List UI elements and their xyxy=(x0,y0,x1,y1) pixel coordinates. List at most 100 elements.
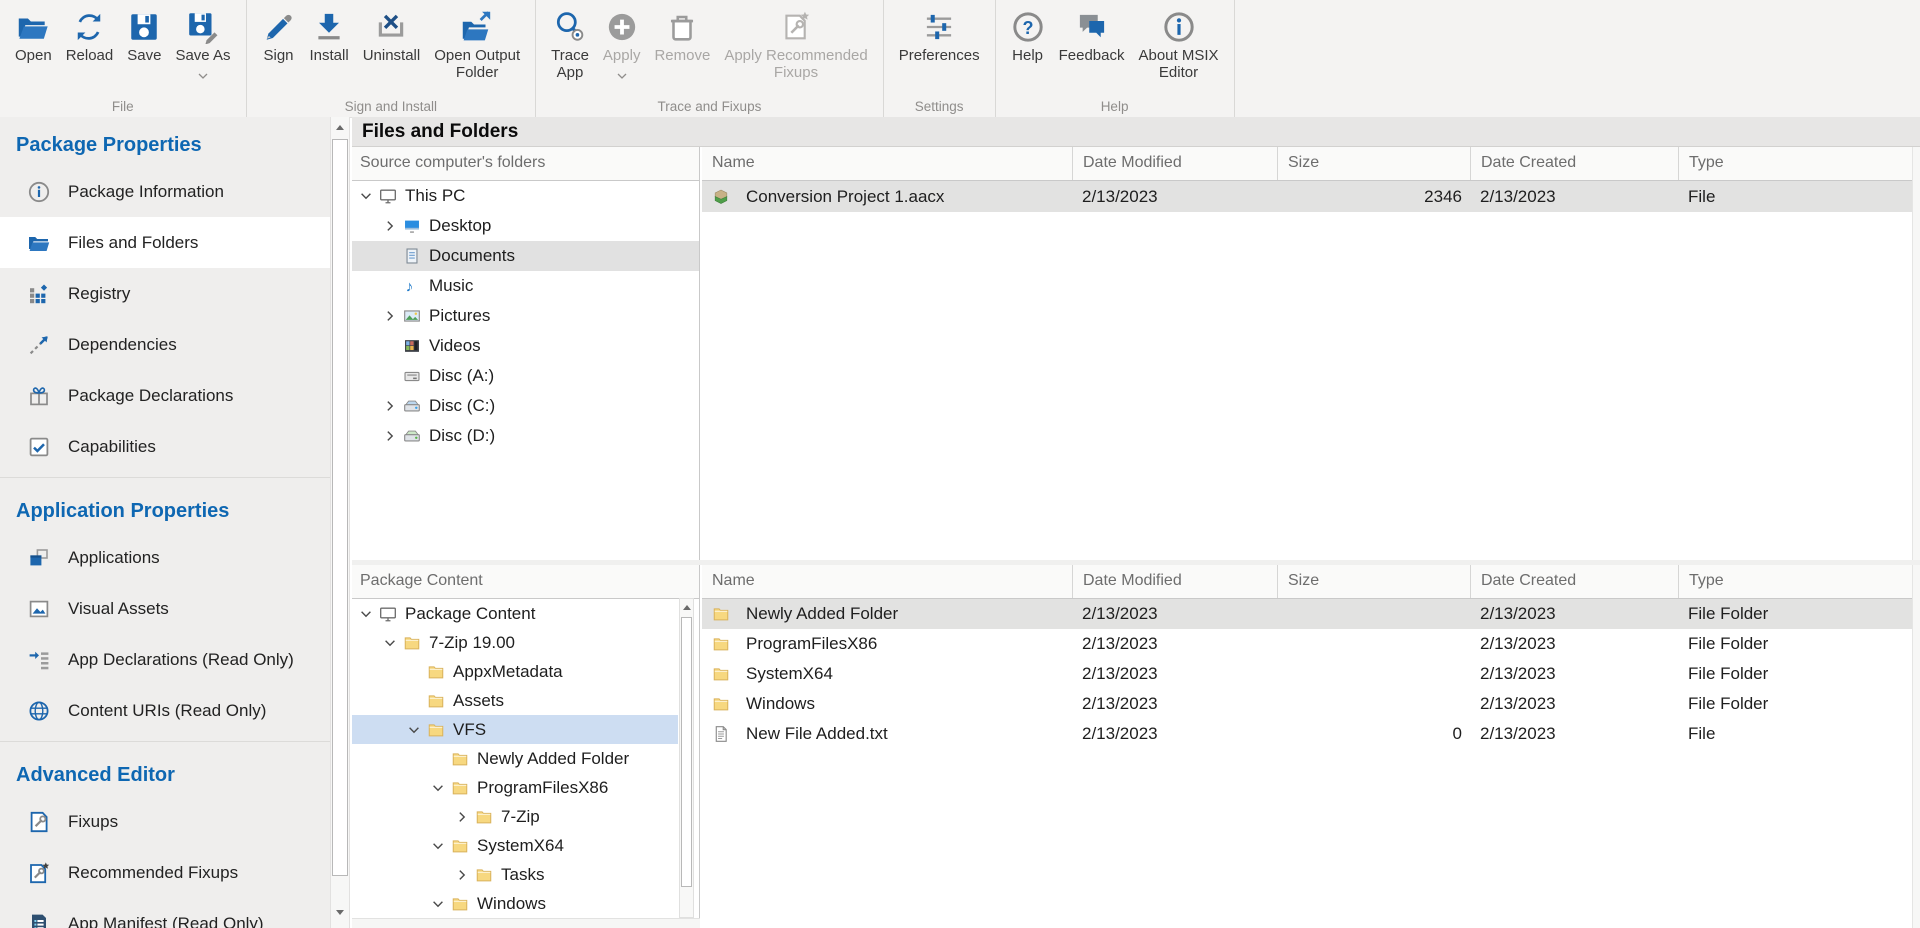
chevron-down-icon[interactable] xyxy=(430,896,446,912)
sidebar-item-dependencies[interactable]: Dependencies xyxy=(0,319,330,370)
tree-row-tasks[interactable]: Tasks xyxy=(352,860,678,889)
scrollbar-thumb[interactable] xyxy=(332,139,348,876)
column-header-date-modified[interactable]: Date Modified xyxy=(1072,147,1277,180)
sidebar-item-package-declarations[interactable]: Package Declarations xyxy=(0,370,330,421)
chevron-down-icon[interactable] xyxy=(358,188,374,204)
tree-row-disc-d[interactable]: Disc (D:) xyxy=(352,421,699,451)
tree-row-7-zip-19-00[interactable]: 7-Zip 19.00 xyxy=(352,628,678,657)
toolbar-button-open-output-folder[interactable]: Open Output Folder xyxy=(427,8,527,83)
list-row-programfilesx86[interactable]: ProgramFilesX862/13/20232/13/2023File Fo… xyxy=(702,629,1912,659)
toolbar-button-save[interactable]: Save xyxy=(120,8,168,66)
tree-row-assets[interactable]: Assets xyxy=(352,686,678,715)
source-tree-header[interactable]: Source computer's folders xyxy=(352,147,699,181)
sidebar-item-visual-assets[interactable]: Visual Assets xyxy=(0,583,330,634)
chevron-down-icon[interactable] xyxy=(198,66,208,72)
scrollbar-thumb[interactable] xyxy=(681,617,692,887)
toolbar-button-sign[interactable]: Sign xyxy=(255,8,303,66)
sidebar-item-capabilities[interactable]: Capabilities xyxy=(0,421,330,472)
tree-item-label: This PC xyxy=(405,186,465,206)
tree-row-music[interactable]: ♪Music xyxy=(352,271,699,301)
tree-row-disc-a[interactable]: Disc (A:) xyxy=(352,361,699,391)
chevron-right-icon[interactable] xyxy=(454,867,470,883)
toolbar-button-about-msix-editor[interactable]: About MSIX Editor xyxy=(1131,8,1225,83)
column-header-date-created[interactable]: Date Created xyxy=(1470,147,1678,180)
tree-row-pictures[interactable]: Pictures xyxy=(352,301,699,331)
scroll-up-icon[interactable] xyxy=(331,117,349,137)
chevron-down-icon[interactable] xyxy=(358,606,374,622)
list-scroll-gutter[interactable] xyxy=(1912,565,1920,928)
tree-row-vfs[interactable]: VFS xyxy=(352,715,678,744)
folder-icon xyxy=(427,721,445,739)
folder-icon xyxy=(451,895,469,913)
list-row-newly-added-folder[interactable]: Newly Added Folder2/13/20232/13/2023File… xyxy=(702,599,1912,629)
tree-row-programfilesx86[interactable]: ProgramFilesX86 xyxy=(352,773,678,802)
tree-row-documents[interactable]: Documents xyxy=(352,241,699,271)
column-header-name[interactable]: Name xyxy=(702,147,1072,180)
chevron-down-icon[interactable] xyxy=(430,838,446,854)
tree-row-appxmetadata[interactable]: AppxMetadata xyxy=(352,657,678,686)
column-header-date-modified[interactable]: Date Modified xyxy=(1072,565,1277,598)
list-row-windows[interactable]: Windows2/13/20232/13/2023File Folder xyxy=(702,689,1912,719)
toolbar-button-uninstall[interactable]: Uninstall xyxy=(356,8,428,66)
chevron-down-icon[interactable] xyxy=(382,635,398,651)
horizontal-scrollbar[interactable] xyxy=(352,918,700,928)
toolbar-button-install[interactable]: Install xyxy=(303,8,356,66)
tree-row-windows[interactable]: Windows xyxy=(352,889,678,918)
scroll-down-icon[interactable] xyxy=(331,902,349,922)
list-row-systemx64[interactable]: SystemX642/13/20232/13/2023File Folder xyxy=(702,659,1912,689)
tree-row-disc-c[interactable]: Disc (C:) xyxy=(352,391,699,421)
list-row-conversion-project-1-aacx[interactable]: Conversion Project 1.aacx2/13/202323462/… xyxy=(702,181,1912,212)
chevron-right-icon[interactable] xyxy=(382,428,398,444)
toolbar-button-trace-app[interactable]: Trace App xyxy=(544,8,596,83)
chevron-right-icon[interactable] xyxy=(382,398,398,414)
column-header-type[interactable]: Type xyxy=(1678,565,1912,598)
tree-row-videos[interactable]: Videos xyxy=(352,331,699,361)
toolbar-button-feedback[interactable]: Feedback xyxy=(1052,8,1132,66)
sidebar-item-applications[interactable]: Applications xyxy=(0,532,330,583)
sidebar-item-files-and-folders[interactable]: Files and Folders xyxy=(0,217,330,268)
capabilities-icon xyxy=(27,435,51,459)
sidebar-item-package-information[interactable]: Package Information xyxy=(0,166,330,217)
toolbar-button-apply-recommended-fixups: Apply Recommended Fixups xyxy=(717,8,874,83)
tree-row-desktop[interactable]: Desktop xyxy=(352,211,699,241)
chevron-down-icon[interactable] xyxy=(406,722,422,738)
toolbar-button-reload[interactable]: Reload xyxy=(59,8,121,66)
sidebar-item-app-declarations-read-only[interactable]: App Declarations (Read Only) xyxy=(0,634,330,685)
column-header-size[interactable]: Size xyxy=(1277,147,1470,180)
column-header-type[interactable]: Type xyxy=(1678,147,1912,180)
sidebar-item-content-uris-read-only[interactable]: Content URIs (Read Only) xyxy=(0,685,330,736)
package-tree-scrollbar[interactable] xyxy=(679,598,694,918)
chevron-right-icon[interactable] xyxy=(454,809,470,825)
chevron-right-icon[interactable] xyxy=(382,308,398,324)
package-tree-header[interactable]: Package Content xyxy=(352,565,699,599)
sidebar-item-recommended-fixups[interactable]: Recommended Fixups xyxy=(0,847,330,898)
toolbar-button-save-as[interactable]: Save As xyxy=(168,8,237,74)
toolbar-button-help[interactable]: ?Help xyxy=(1004,8,1052,66)
chevron-down-icon[interactable] xyxy=(430,780,446,796)
tree-row-newly-added-folder[interactable]: Newly Added Folder xyxy=(352,744,678,773)
floppy-drive-icon xyxy=(403,367,421,385)
column-header-name[interactable]: Name xyxy=(702,565,1072,598)
scroll-up-icon[interactable] xyxy=(680,599,693,615)
sidebar-item-fixups[interactable]: Fixups xyxy=(0,796,330,847)
tree-item-label: Desktop xyxy=(429,216,491,236)
sidebar-item-registry[interactable]: Registry xyxy=(0,268,330,319)
date-created-cell: 2/13/2023 xyxy=(1470,604,1678,624)
list-scroll-gutter[interactable] xyxy=(1912,147,1920,560)
file-name: Windows xyxy=(746,694,815,714)
tree-row-systemx64[interactable]: SystemX64 xyxy=(352,831,678,860)
tree-row-7-zip[interactable]: 7-Zip xyxy=(352,802,678,831)
sidebar-scrollbar[interactable] xyxy=(330,117,350,928)
toolbar-button-preferences[interactable]: Preferences xyxy=(892,8,987,66)
tree-row-this-pc[interactable]: This PC xyxy=(352,181,699,211)
toolbar-group-label: Trace and Fixups xyxy=(536,99,883,114)
sidebar-item-app-manifest-read-only[interactable]: App Manifest (Read Only) xyxy=(0,898,330,928)
chevron-right-icon[interactable] xyxy=(382,218,398,234)
column-header-date-created[interactable]: Date Created xyxy=(1470,565,1678,598)
list-row-new-file-added-txt[interactable]: New File Added.txt2/13/202302/13/2023Fil… xyxy=(702,719,1912,749)
column-header-size[interactable]: Size xyxy=(1277,565,1470,598)
sidebar-divider xyxy=(0,477,330,478)
toolbar-button-label: Preferences xyxy=(899,47,980,64)
tree-row-package-content[interactable]: Package Content xyxy=(352,599,678,628)
toolbar-button-open[interactable]: Open xyxy=(8,8,59,66)
